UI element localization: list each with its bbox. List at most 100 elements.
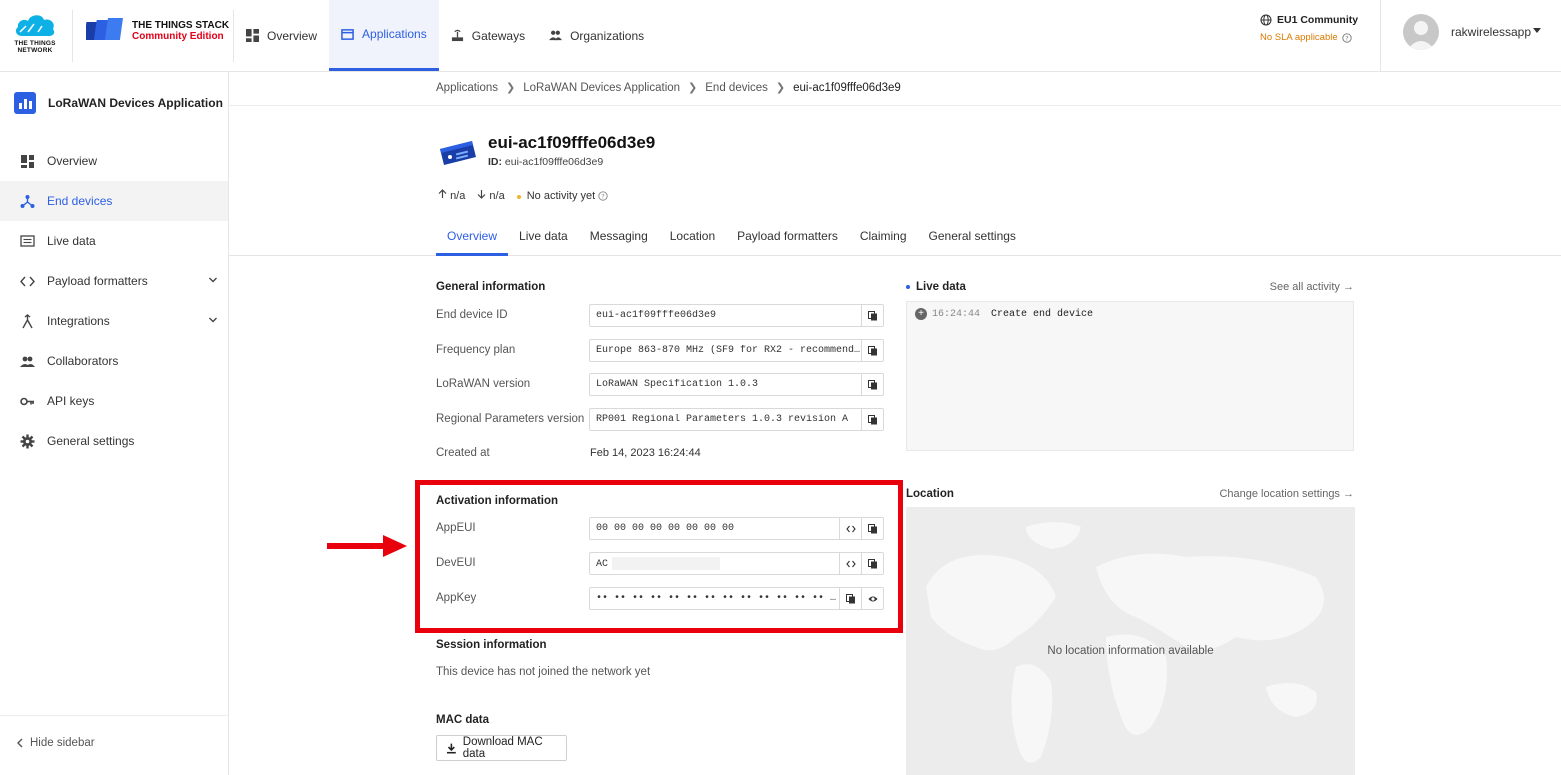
lorawan-version-field: LoRaWAN Specification 1.0.3 (589, 373, 884, 396)
ttn-logo[interactable]: THE THINGS NETWORK (10, 10, 60, 62)
sidebar-item-label: Live data (47, 234, 96, 248)
sidebar-item-label: General settings (47, 434, 135, 448)
device-id-label: ID: (488, 156, 502, 168)
sidebar-item-payload-formatters[interactable]: Payload formatters (0, 261, 228, 301)
hide-sidebar-button[interactable]: Hide sidebar (16, 737, 95, 749)
device-tabs: Overview Live data Messaging Location Pa… (229, 222, 1561, 256)
topnav-overview[interactable]: Overview (234, 0, 329, 71)
no-location-message: No location information available (1047, 645, 1214, 657)
copy-icon (867, 379, 877, 389)
copy-button[interactable] (861, 340, 883, 361)
activity-text: No activity yet (526, 189, 596, 202)
download-mac-data-button[interactable]: Download MAC data (436, 735, 567, 761)
uplink-value: n/a (450, 190, 466, 202)
help-icon[interactable]: ? (598, 190, 608, 201)
end-device-id-value[interactable]: eui-ac1f09fffe06d3e9 (590, 310, 861, 321)
world-map-icon (926, 522, 1324, 763)
device-status: n/a n/a No activity yet ? (438, 189, 608, 202)
copy-button[interactable] (861, 305, 883, 326)
regional-params-value[interactable]: RP001 Regional Parameters 1.0.3 revision… (590, 414, 861, 425)
stack-cards-icon (86, 18, 123, 40)
sidebar-item-general-settings[interactable]: General settings (0, 421, 228, 461)
hide-sidebar-label: Hide sidebar (30, 737, 95, 749)
live-data-title: Live data (916, 281, 966, 293)
list-item[interactable]: + 16:24:44 Create end device (915, 308, 1093, 320)
svg-text:?: ? (602, 192, 605, 200)
frequency-plan-value[interactable]: Europe 863-870 MHz (SF9 for RX2 - recomm… (590, 345, 861, 356)
chevron-right-icon: ❯ (688, 82, 698, 94)
general-info-title: General information (436, 281, 546, 293)
tab-location[interactable]: Location (659, 222, 726, 256)
mac-data-title: MAC data (436, 714, 490, 726)
copy-icon (867, 414, 877, 424)
help-icon[interactable]: ? (1341, 32, 1352, 43)
breadcrumb-end-devices[interactable]: End devices (705, 82, 768, 94)
people-icon (20, 356, 35, 367)
sidebar-item-label: Collaborators (47, 354, 119, 368)
frequency-plan-field: Europe 863-870 MHz (SF9 for RX2 - recomm… (589, 339, 884, 362)
sidebar-app-header[interactable]: LoRaWAN Devices Application (14, 92, 223, 114)
sidebar-item-end-devices[interactable]: End devices (0, 181, 228, 221)
plus-circle-icon: + (915, 308, 927, 320)
topnav-organizations[interactable]: Organizations (537, 0, 656, 71)
sidebar-item-live-data[interactable]: Live data (0, 221, 228, 261)
caret-down-icon (1533, 28, 1541, 33)
ttn-name-line1: THE THINGS (14, 40, 56, 47)
download-icon (446, 743, 456, 753)
sidebar-item-label: Integrations (47, 314, 110, 328)
application-icon (14, 92, 36, 114)
chevron-down-icon[interactable] (208, 275, 218, 285)
topnav-label: Overview (267, 28, 318, 43)
topnav-label: Organizations (570, 28, 645, 43)
tab-live-data[interactable]: Live data (508, 222, 579, 256)
grid-icon (246, 29, 259, 42)
tab-payload-formatters[interactable]: Payload formatters (726, 222, 849, 256)
chevron-down-icon[interactable] (208, 315, 218, 325)
tab-claiming[interactable]: Claiming (849, 222, 918, 256)
chevron-right-icon: ❯ (775, 82, 786, 94)
sidebar-item-integrations[interactable]: Integrations (0, 301, 228, 341)
arrow-up-icon (438, 189, 447, 198)
red-arrow-icon (327, 535, 407, 557)
location-map[interactable]: No location information available (906, 507, 1355, 775)
nodes-icon (20, 194, 35, 208)
device-title: eui-ac1f09fffe06d3e9 (488, 133, 656, 152)
ttn-name-line2: NETWORK (17, 47, 53, 54)
sidebar: LoRaWAN Devices Application Overview End… (0, 72, 229, 775)
top-nav: Overview Applications Gateways Organizat… (234, 0, 656, 72)
divider (0, 715, 228, 716)
user-menu[interactable]: rakwirelessapp (1380, 0, 1561, 72)
topnav-label: Applications (362, 27, 427, 41)
chevron-left-icon (17, 738, 23, 748)
sidebar-item-overview[interactable]: Overview (0, 141, 228, 181)
sla-text: No SLA applicable (1260, 32, 1338, 43)
end-device-id-label: End device ID (436, 309, 508, 321)
tts-logo[interactable]: THE THINGS STACK Community Edition (86, 18, 230, 48)
topnav-applications[interactable]: Applications (329, 0, 439, 71)
copy-icon (867, 345, 877, 355)
lorawan-version-value[interactable]: LoRaWAN Specification 1.0.3 (590, 379, 861, 390)
user-name: rakwirelessapp (1451, 25, 1532, 39)
tab-messaging[interactable]: Messaging (579, 222, 659, 256)
tts-edition: Community Edition (132, 31, 224, 42)
breadcrumb-application[interactable]: LoRaWAN Devices Application (523, 82, 680, 94)
chevron-right-icon: ❯ (506, 82, 516, 94)
uplink-stat: n/a (438, 189, 465, 202)
sidebar-item-api-keys[interactable]: API keys (0, 381, 228, 421)
topnav-gateways[interactable]: Gateways (439, 0, 537, 71)
avatar (1403, 14, 1439, 50)
breadcrumb-applications[interactable]: Applications (436, 82, 498, 94)
tab-general-settings[interactable]: General settings (918, 222, 1027, 256)
tts-title: THE THINGS STACK (132, 20, 230, 31)
copy-button[interactable] (861, 409, 883, 430)
sidebar-item-label: End devices (47, 194, 113, 208)
tab-overview[interactable]: Overview (436, 222, 509, 256)
copy-button[interactable] (861, 374, 883, 395)
sidebar-item-collaborators[interactable]: Collaborators (0, 341, 228, 381)
downlink-value: n/a (489, 190, 505, 202)
change-location-link[interactable]: Change location settings → (1219, 488, 1354, 500)
cluster-selector[interactable]: EU1 Community No SLA applicable ? (1260, 14, 1370, 43)
see-all-activity-link[interactable]: See all activity → (1270, 281, 1354, 293)
regional-params-label: Regional Parameters version (436, 413, 585, 425)
live-data-header: Live data See all activity → (906, 281, 1354, 293)
